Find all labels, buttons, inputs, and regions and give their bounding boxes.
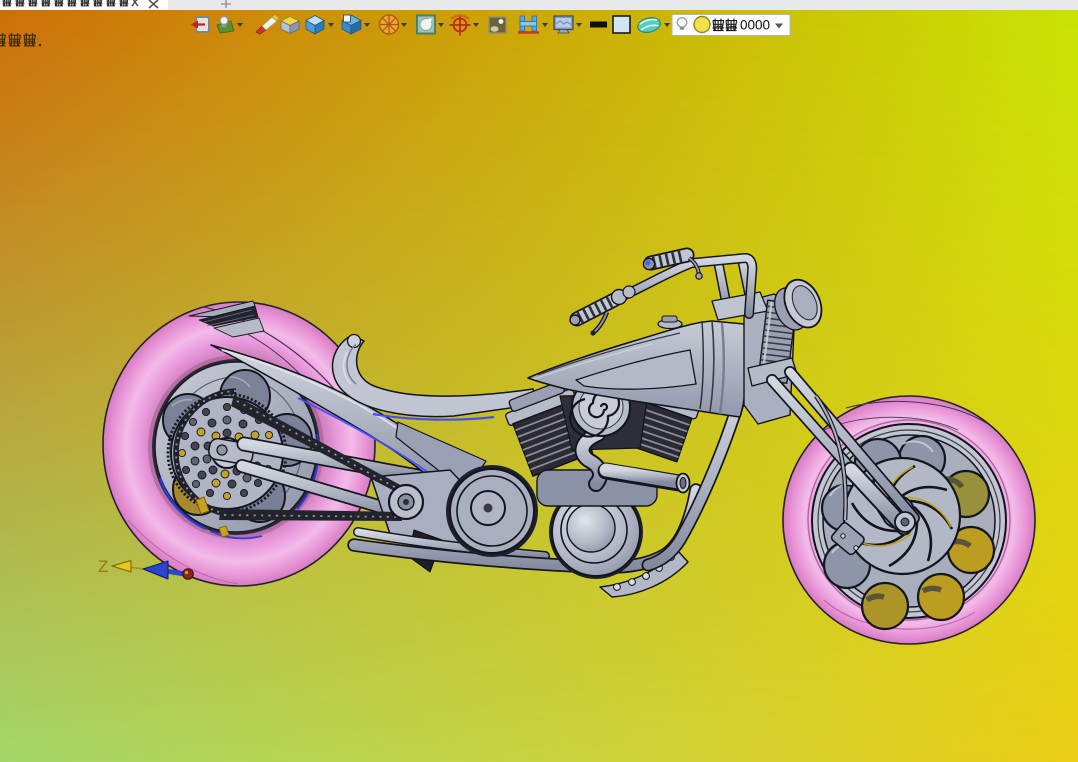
svg-text:Z: Z xyxy=(98,557,108,576)
svg-text:0000: 0000 xyxy=(740,18,770,33)
